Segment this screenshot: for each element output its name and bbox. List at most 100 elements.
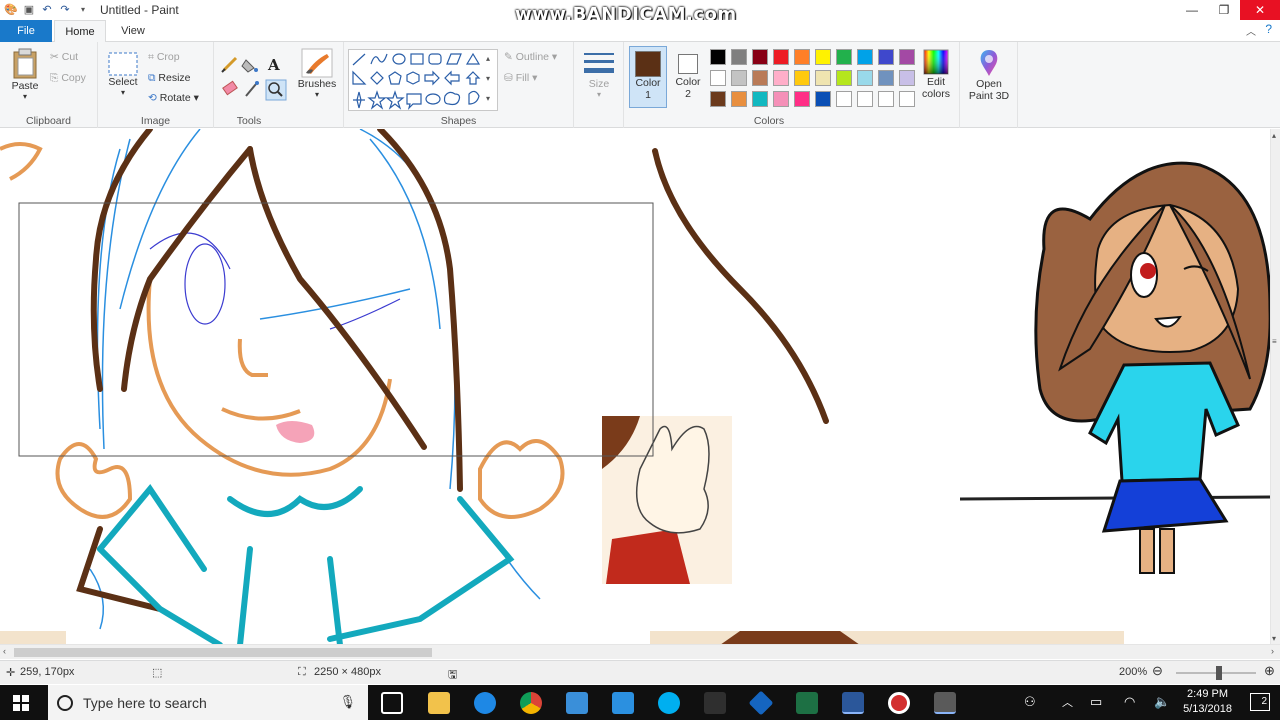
color2-button[interactable]: Color 2 <box>669 46 707 108</box>
palette-swatch[interactable] <box>731 70 747 86</box>
drawing-canvas[interactable] <box>0 129 1270 645</box>
shapes-gallery[interactable] <box>348 49 498 111</box>
edit-colors-button[interactable]: Edit colors <box>916 48 956 100</box>
color-picker-icon[interactable] <box>245 81 259 97</box>
palette-swatch[interactable] <box>794 70 810 86</box>
diamond-app-icon[interactable] <box>748 690 774 716</box>
palette-swatch[interactable] <box>710 49 726 65</box>
palette-swatch[interactable] <box>773 91 789 107</box>
palette-swatch[interactable] <box>773 70 789 86</box>
select-button[interactable]: Select ▾ <box>104 52 142 97</box>
paste-button[interactable]: Paste ▾ <box>6 48 44 101</box>
open-paint3d-button[interactable]: Open Paint 3D <box>964 48 1014 102</box>
palette-swatch[interactable] <box>731 49 747 65</box>
vertical-scrollbar[interactable]: ▴ ≡ ▾ <box>1270 129 1280 645</box>
canvas-artwork[interactable] <box>0 129 1270 645</box>
palette-swatch[interactable] <box>710 91 726 107</box>
scroll-left-icon[interactable]: ‹ <box>3 646 6 656</box>
palette-swatch[interactable] <box>815 49 831 65</box>
taskbar-clock[interactable]: 2:49 PM 5/13/2018 <box>1183 687 1232 717</box>
tab-home[interactable]: Home <box>54 20 106 43</box>
pencil-icon[interactable] <box>221 56 238 73</box>
palette-swatch[interactable] <box>899 91 915 107</box>
scroll-right-icon[interactable]: › <box>1271 646 1274 656</box>
palette-swatch[interactable] <box>899 70 915 86</box>
palette-swatch[interactable] <box>836 91 852 107</box>
scroll-up-icon[interactable]: ▴ <box>1272 131 1276 140</box>
palette-swatch[interactable] <box>815 70 831 86</box>
palette-swatch[interactable] <box>710 70 726 86</box>
palette-swatch[interactable] <box>752 70 768 86</box>
collapse-ribbon-icon[interactable]: ︿ <box>1246 23 1256 38</box>
palette-swatch[interactable] <box>878 91 894 107</box>
undo-icon[interactable]: ↶ <box>40 3 54 17</box>
chrome-icon[interactable] <box>520 692 542 714</box>
horizontal-scrollbar[interactable]: ‹ › <box>0 644 1280 659</box>
zoom-in-icon[interactable]: ⊕ <box>1264 663 1275 679</box>
excel-icon[interactable] <box>796 692 818 714</box>
help-icon[interactable]: ? <box>1265 22 1272 36</box>
battery-icon[interactable]: ▭ <box>1090 694 1102 710</box>
resize-button[interactable]: ⧉ Resize <box>148 72 191 85</box>
size-button[interactable]: Size ▾ <box>580 50 618 99</box>
palette-swatch[interactable] <box>794 49 810 65</box>
bandicam-icon[interactable] <box>888 692 910 714</box>
customize-qat-icon[interactable]: ▾ <box>76 3 90 17</box>
taskbar-search-box[interactable]: Type here to search 🎙 <box>48 685 368 720</box>
wifi-icon[interactable]: ◠ <box>1124 694 1135 710</box>
palette-swatch[interactable] <box>857 49 873 65</box>
tab-file[interactable]: File <box>0 20 52 42</box>
monitor-app-icon[interactable] <box>566 692 588 714</box>
palette-swatch[interactable] <box>773 49 789 65</box>
crop-button[interactable]: ⌗ Crop <box>148 51 180 64</box>
paint-taskbar-icon[interactable] <box>934 692 956 714</box>
outline-button[interactable]: ✎ Outline ▾ <box>504 51 557 63</box>
horizontal-scroll-thumb[interactable] <box>14 648 432 657</box>
palette-swatch[interactable] <box>899 49 915 65</box>
show-hidden-icons[interactable]: ︿ <box>1062 694 1073 710</box>
gamepad-icon[interactable] <box>704 692 726 714</box>
palette-swatch[interactable] <box>752 91 768 107</box>
shapes-gallery-scroll[interactable]: ▴ ▾ ▾ <box>486 49 496 111</box>
palette-swatch[interactable] <box>794 91 810 107</box>
palette-swatch[interactable] <box>857 70 873 86</box>
windows-start-icon[interactable] <box>13 695 29 711</box>
action-center-icon[interactable]: 2 <box>1250 693 1270 711</box>
palette-swatch[interactable] <box>878 70 894 86</box>
fill-button[interactable]: ⛁ Fill ▾ <box>504 72 537 84</box>
palette-swatch[interactable] <box>815 91 831 107</box>
minimize-button[interactable]: — <box>1176 0 1208 20</box>
tab-view[interactable]: View <box>108 20 158 42</box>
palette-swatch[interactable] <box>836 49 852 65</box>
scroll-grip-icon[interactable]: ≡ <box>1272 337 1277 346</box>
palette-swatch[interactable] <box>752 49 768 65</box>
palette-swatch[interactable] <box>857 91 873 107</box>
zoom-out-icon[interactable]: ⊖ <box>1152 663 1163 679</box>
volume-icon[interactable]: 🔈 <box>1154 694 1170 710</box>
palette-swatch[interactable] <box>878 49 894 65</box>
color1-button[interactable]: Color 1 <box>629 46 667 108</box>
edge-browser-icon[interactable] <box>474 692 496 714</box>
copy-button[interactable]: ⎘ Copy <box>50 72 86 85</box>
skype-icon[interactable] <box>658 692 680 714</box>
magnifier-icon[interactable] <box>265 79 287 101</box>
palette-swatch[interactable] <box>731 91 747 107</box>
maximize-button[interactable]: ❐ <box>1208 0 1240 20</box>
store-icon[interactable] <box>612 692 634 714</box>
brushes-button[interactable]: Brushes ▾ <box>296 48 338 99</box>
redo-icon[interactable]: ↷ <box>58 3 72 17</box>
scroll-down-icon[interactable]: ▾ <box>1272 634 1276 643</box>
rotate-button[interactable]: ⟲ Rotate ▾ <box>148 92 199 104</box>
palette-swatch[interactable] <box>836 70 852 86</box>
microphone-icon[interactable]: 🎙 <box>339 694 356 710</box>
word-icon[interactable] <box>842 692 864 714</box>
close-button[interactable]: ✕ <box>1240 0 1280 20</box>
save-icon[interactable]: ▣ <box>22 3 36 17</box>
text-tool-icon[interactable]: A <box>267 56 280 74</box>
eraser-icon[interactable] <box>222 80 238 96</box>
zoom-slider[interactable] <box>1176 666 1256 680</box>
fill-bucket-icon[interactable] <box>241 59 258 73</box>
cut-button[interactable]: ✂ Cut <box>50 51 78 63</box>
selection-rectangle[interactable] <box>18 202 654 457</box>
zoom-slider-thumb[interactable] <box>1216 666 1222 680</box>
